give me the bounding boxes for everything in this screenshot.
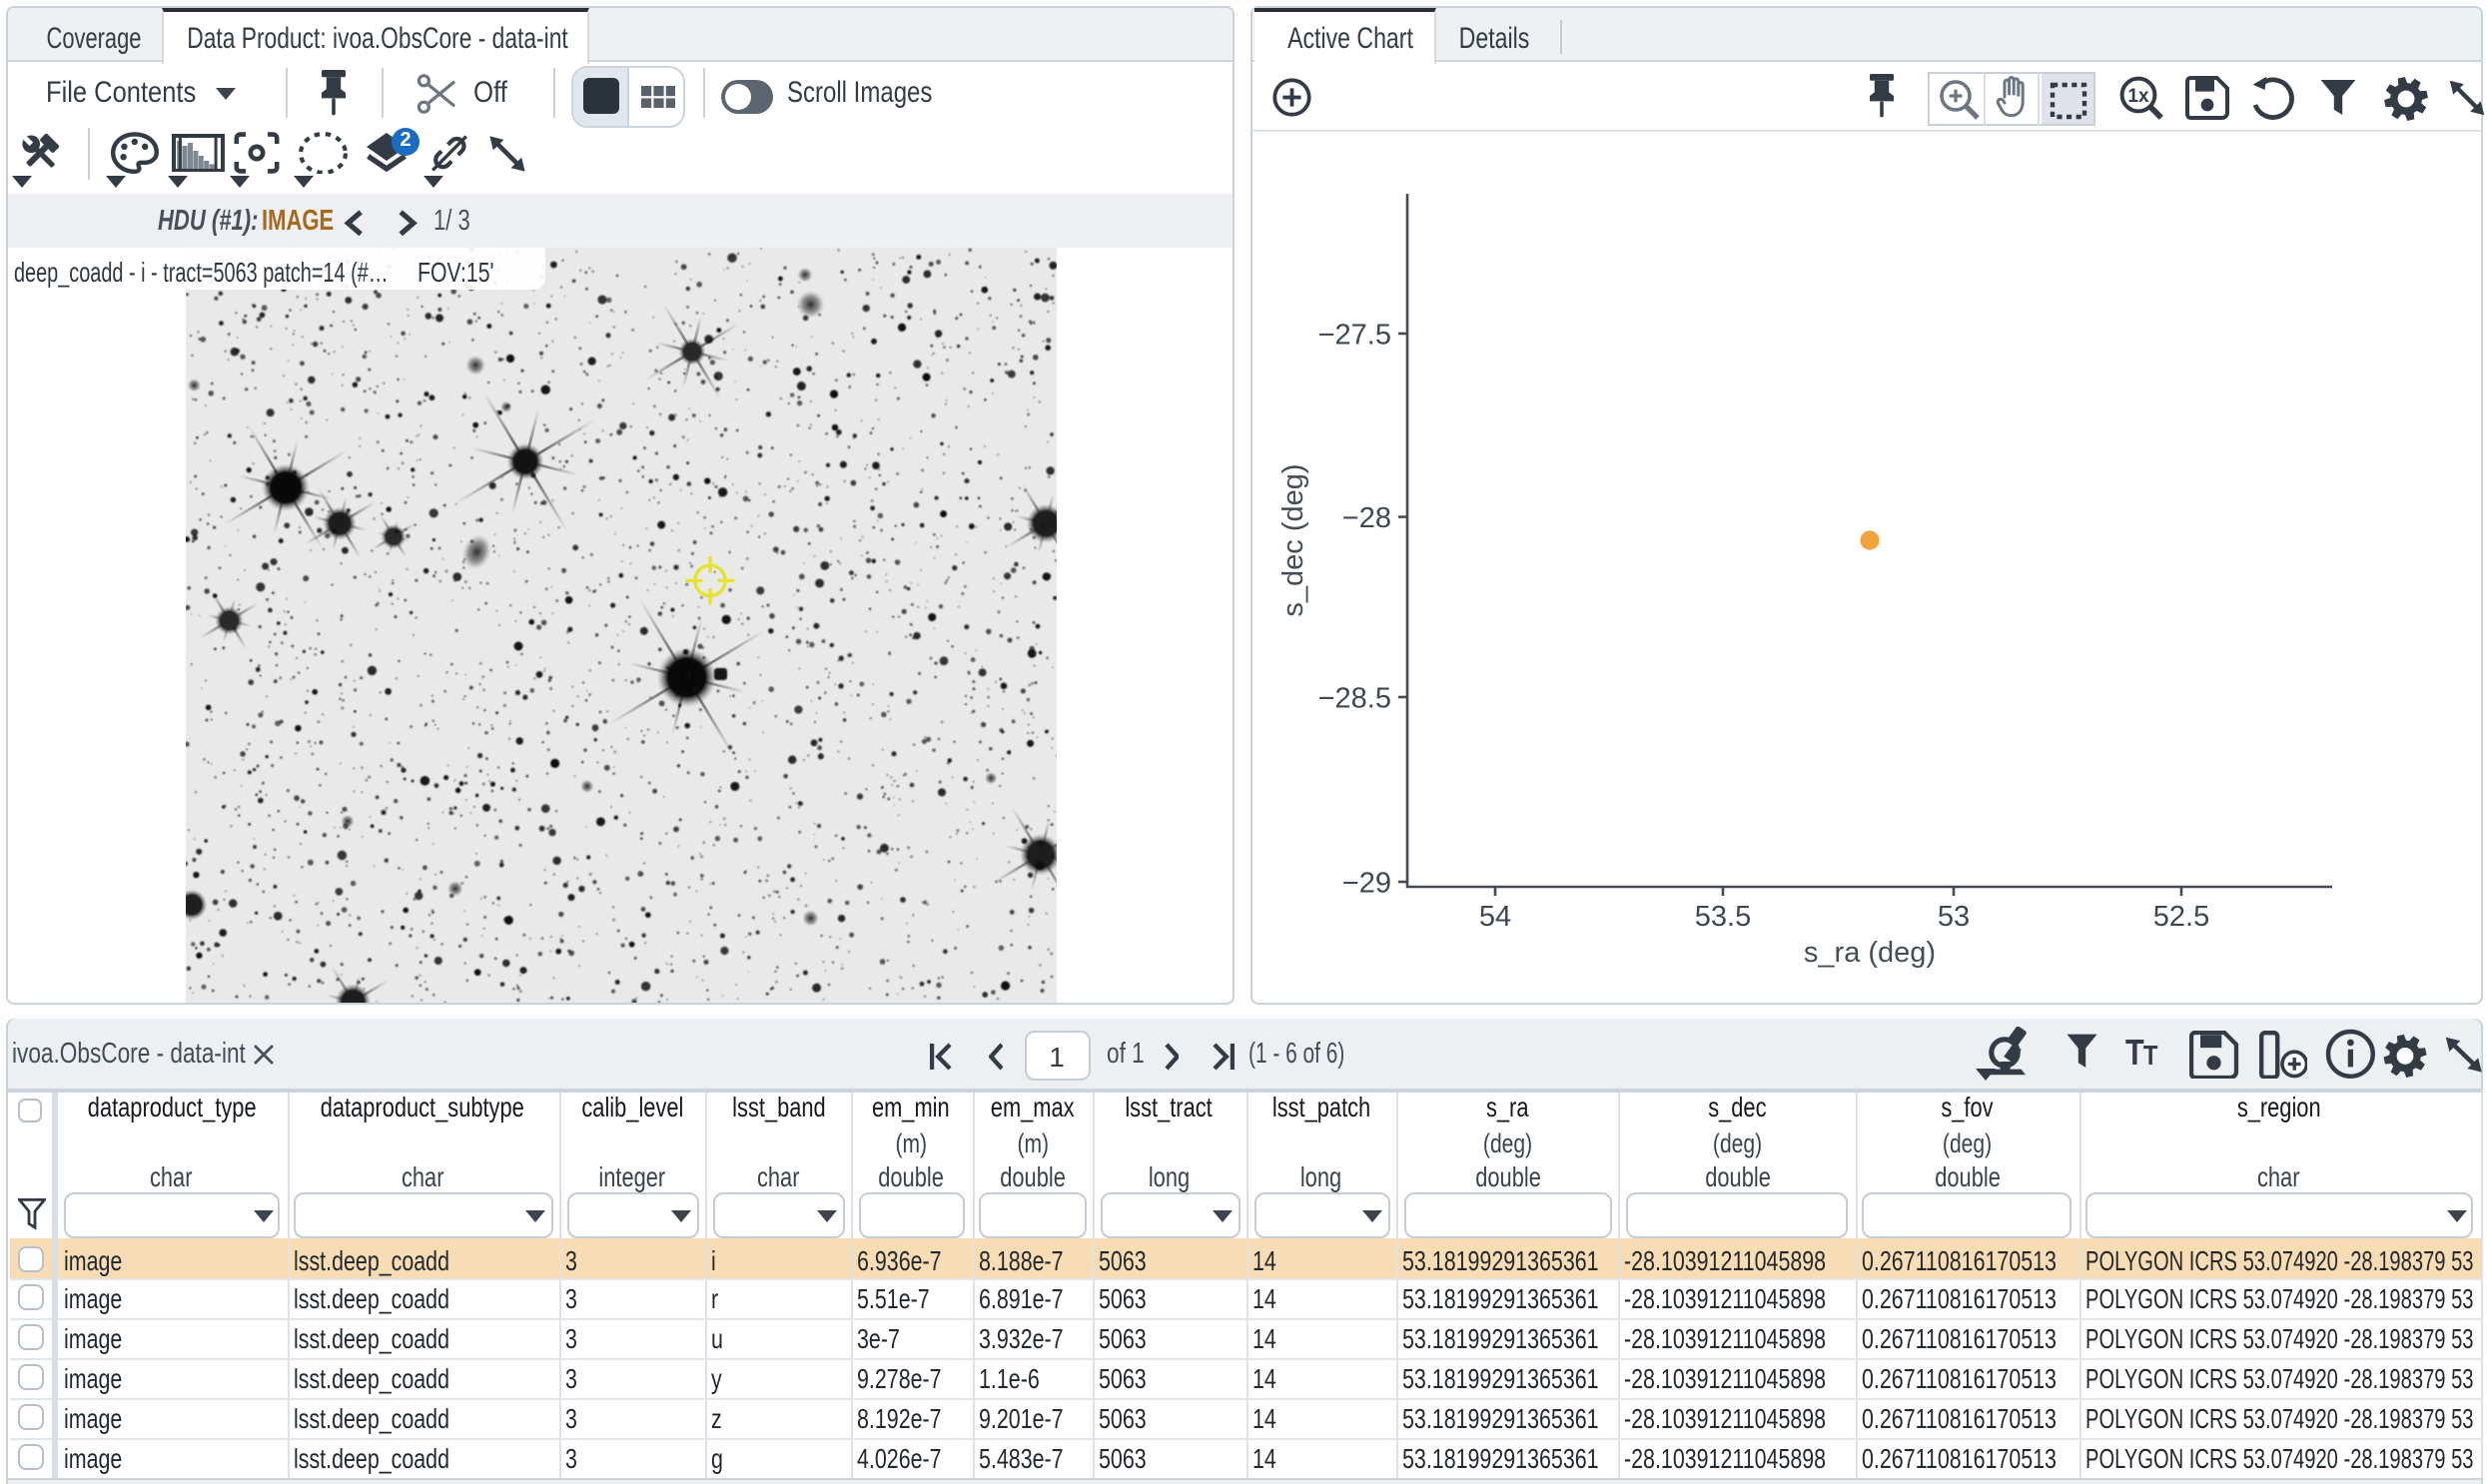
svg-text:52.5: 52.5 bbox=[2153, 901, 2209, 933]
svg-text:1x: 1x bbox=[2127, 86, 2149, 107]
svg-text:−27.5: −27.5 bbox=[1318, 319, 1391, 351]
svg-text:−28.5: −28.5 bbox=[1318, 682, 1391, 714]
svg-text:s_ra (deg): s_ra (deg) bbox=[1804, 937, 1936, 969]
svg-text:53.5: 53.5 bbox=[1695, 901, 1751, 933]
svg-text:−28: −28 bbox=[1342, 502, 1391, 534]
svg-text:53: 53 bbox=[1938, 901, 1970, 933]
svg-text:s_dec (deg): s_dec (deg) bbox=[1277, 463, 1309, 616]
svg-text:−29: −29 bbox=[1342, 867, 1391, 899]
svg-text:54: 54 bbox=[1479, 901, 1511, 933]
